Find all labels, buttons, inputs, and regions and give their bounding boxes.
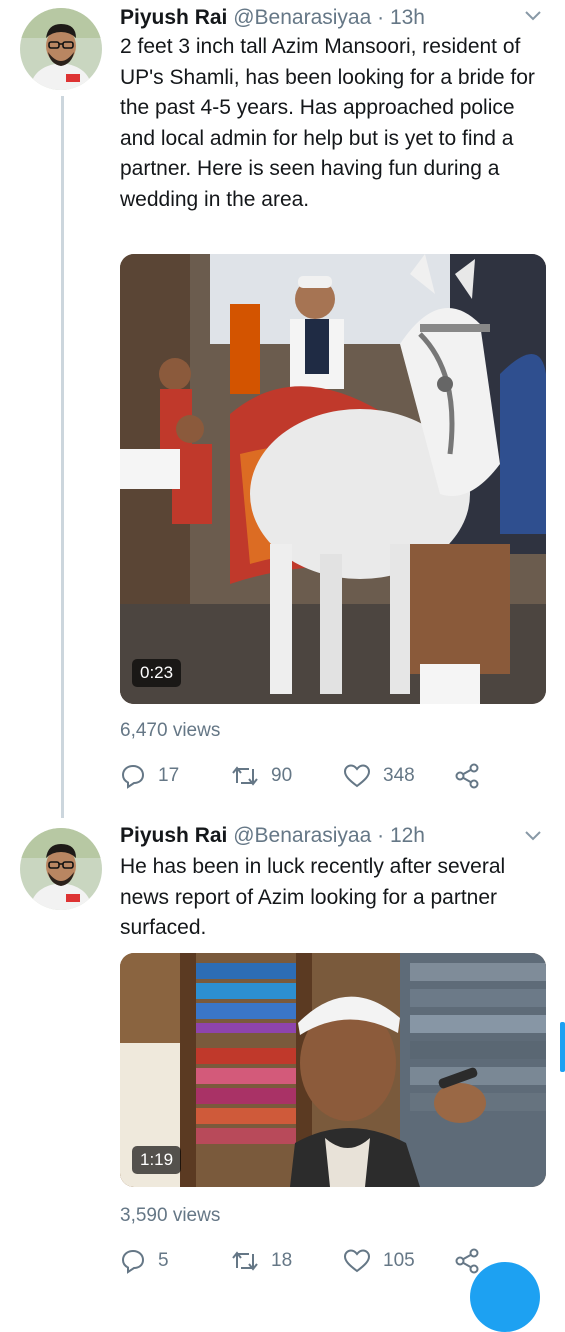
tweet-header: Piyush Rai @Benarasiyaa · 12h xyxy=(120,824,425,848)
like-count: 105 xyxy=(383,1250,415,1271)
video-duration: 0:23 xyxy=(132,659,182,687)
author-handle[interactable]: @Benarasiyaa xyxy=(233,824,371,847)
chevron-down-icon[interactable] xyxy=(524,10,542,22)
video-duration: 1:19 xyxy=(132,1146,182,1174)
view-count: 3,590 views xyxy=(120,1205,221,1226)
tweet-text: He has been in luck recently after sever… xyxy=(120,855,506,940)
chevron-down-icon[interactable] xyxy=(524,830,542,842)
retweet-button[interactable]: 90 xyxy=(231,763,292,789)
share-icon xyxy=(455,763,479,789)
share-icon xyxy=(455,1248,479,1274)
video-player[interactable]: 0:23 xyxy=(120,254,546,704)
tweet-time[interactable]: · 12h xyxy=(377,824,425,847)
author-handle[interactable]: @Benarasiyaa xyxy=(233,6,371,29)
video-player[interactable]: 1:19 xyxy=(120,953,546,1187)
retweet-count: 18 xyxy=(271,1250,293,1271)
reply-count: 17 xyxy=(158,765,180,786)
author-name[interactable]: Piyush Rai xyxy=(120,6,227,29)
tweet-text: 2 feet 3 inch tall Azim Mansoori, reside… xyxy=(120,35,535,211)
like-icon xyxy=(343,1249,371,1273)
scrollbar-thumb[interactable] xyxy=(560,1022,565,1072)
tweet-2[interactable]: Piyush Rai @Benarasiyaa · 12h He has bee… xyxy=(0,820,565,1280)
retweet-button[interactable]: 18 xyxy=(231,1248,292,1274)
tweet-time[interactable]: · 13h xyxy=(377,6,425,29)
share-button[interactable] xyxy=(454,763,480,789)
avatar[interactable] xyxy=(20,8,102,90)
reply-icon xyxy=(121,764,145,789)
tweet-header: Piyush Rai @Benarasiyaa · 13h xyxy=(120,6,425,30)
like-button[interactable]: 105 xyxy=(343,1248,415,1274)
compose-tweet-button[interactable] xyxy=(470,1262,540,1332)
view-count: 6,470 views xyxy=(120,720,221,741)
retweet-count: 90 xyxy=(271,765,293,786)
like-count: 348 xyxy=(383,765,415,786)
reply-icon xyxy=(121,1249,145,1274)
video-thumbnail xyxy=(120,953,546,1187)
like-icon xyxy=(343,764,371,788)
author-name[interactable]: Piyush Rai xyxy=(120,824,227,847)
video-thumbnail xyxy=(120,254,546,704)
share-button[interactable] xyxy=(454,1248,480,1274)
tweet-1[interactable]: Piyush Rai @Benarasiyaa · 13h 2 feet 3 i… xyxy=(0,0,565,820)
reply-button[interactable]: 17 xyxy=(120,763,179,789)
retweet-icon xyxy=(232,766,258,786)
retweet-icon xyxy=(232,1251,258,1271)
reply-count: 5 xyxy=(158,1250,169,1271)
like-button[interactable]: 348 xyxy=(343,763,415,789)
avatar[interactable] xyxy=(20,828,102,910)
reply-button[interactable]: 5 xyxy=(120,1248,169,1274)
